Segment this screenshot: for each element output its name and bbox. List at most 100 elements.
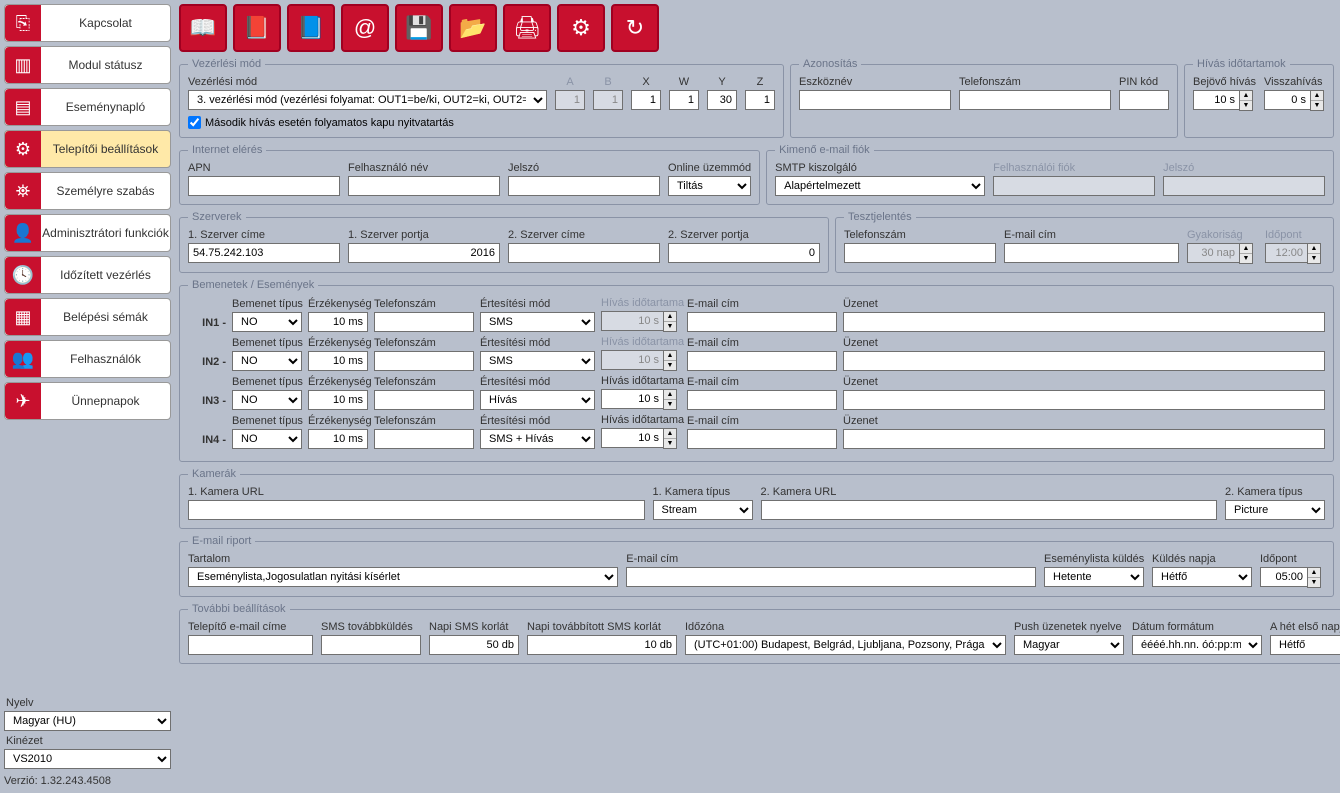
toolbar-settings-save-icon[interactable]: ⚙ [557,4,605,52]
sidebar-item-3[interactable]: ⚙Telepítői beállítások [4,130,171,168]
sidebar-item-7[interactable]: ▦Belépési sémák [4,298,171,336]
in-phone-input[interactable] [374,429,474,449]
net-pass-input[interactable] [508,176,660,196]
cam2-url-input[interactable] [761,500,1218,520]
in-phone-input[interactable] [374,312,474,332]
installer-email-input[interactable] [188,635,313,655]
in-email-input[interactable] [687,429,837,449]
timezone-select[interactable]: (UTC+01:00) Budapest, Belgrád, Ljubljana… [685,635,1006,655]
in-sens-input[interactable] [308,390,368,410]
in-msg-input[interactable] [843,429,1325,449]
test-email-input[interactable] [1004,243,1179,263]
in-notify-select[interactable]: SMS [480,351,595,371]
online-mode-select[interactable]: Tiltás [668,176,751,196]
nav-label: Személyre szabás [41,184,170,198]
report-content-select[interactable]: Eseménylista,Jogosulatlan nyitási kísérl… [188,567,618,587]
in-msg-input[interactable] [843,390,1325,410]
in-calldur-spin[interactable] [601,389,663,409]
nav-label: Adminisztrátori funkciók [41,226,170,240]
in-type-select[interactable]: NO [232,351,302,371]
phone-input[interactable] [959,90,1111,110]
nav-icon: ⛯ [5,173,41,209]
skin-label: Kinézet [6,735,169,747]
first-day-select[interactable]: Hétfő [1270,635,1340,655]
test-time-spin [1265,243,1307,263]
sidebar-item-0[interactable]: ⎘Kapcsolat [4,4,171,42]
val-z[interactable] [745,90,775,110]
second-call-checkbox[interactable] [188,116,201,129]
in-notify-select[interactable]: Hívás [480,390,595,410]
sidebar-item-2[interactable]: ▤Eseménynapló [4,88,171,126]
toolbar-write-icon[interactable]: 📕 [233,4,281,52]
val-x[interactable] [631,90,661,110]
sidebar-item-4[interactable]: ⛯Személyre szabás [4,172,171,210]
pin-input[interactable] [1119,90,1169,110]
val-w[interactable] [669,90,699,110]
sidebar-item-8[interactable]: 👥Felhasználók [4,340,171,378]
report-time-spin[interactable] [1260,567,1307,587]
server1-addr-input[interactable] [188,243,340,263]
daily-sms-input[interactable] [429,635,519,655]
in-email-input[interactable] [687,312,837,332]
apn-input[interactable] [188,176,340,196]
in-msg-input[interactable] [843,312,1325,332]
smtp-server-select[interactable]: Alapértelmezett [775,176,985,196]
cam2-type-select[interactable]: Picture [1225,500,1325,520]
nav-label: Felhasználók [41,352,170,366]
mode-select[interactable]: 3. vezérlési mód (vezérlési folyamat: OU… [188,90,547,110]
in-email-input[interactable] [687,390,837,410]
report-day-select[interactable]: Hétfő [1152,567,1252,587]
val-b [593,90,623,110]
in-sens-input[interactable] [308,351,368,371]
input-row-label: IN3 - [188,395,226,410]
in-sens-input[interactable] [308,312,368,332]
in-msg-input[interactable] [843,351,1325,371]
toolbar-email-icon[interactable]: @ [341,4,389,52]
in-calldur-spin [601,311,663,331]
sidebar-item-9[interactable]: ✈Ünnepnapok [4,382,171,420]
push-lang-select[interactable]: Magyar [1014,635,1124,655]
sidebar-item-1[interactable]: ▥Modul státusz [4,46,171,84]
lang-select[interactable]: Magyar (HU) [4,711,171,731]
toolbar-open-icon[interactable]: 📂 [449,4,497,52]
nav-icon: ⚙ [5,131,41,167]
device-name-input[interactable] [799,90,951,110]
toolbar-save-device-icon[interactable]: 📘 [287,4,335,52]
input-row-label: IN2 - [188,356,226,371]
sidebar-item-5[interactable]: 👤Adminisztrátori funkciók [4,214,171,252]
cam1-url-input[interactable] [188,500,645,520]
in-email-input[interactable] [687,351,837,371]
toolbar-print-icon[interactable]: 🖨 [503,4,551,52]
server2-port-input[interactable] [668,243,820,263]
date-format-select[interactable]: éééé.hh.nn. óó:pp:mm [1132,635,1262,655]
net-user-input[interactable] [348,176,500,196]
in-type-select[interactable]: NO [232,312,302,332]
in-type-select[interactable]: NO [232,429,302,449]
daily-fwd-sms-input[interactable] [527,635,677,655]
nav-label: Telepítői beállítások [41,142,170,156]
toolbar-read-icon[interactable]: 📖 [179,4,227,52]
report-email-input[interactable] [626,567,1036,587]
incoming-call-spin[interactable] [1193,90,1239,110]
report-freq-select[interactable]: Hetente [1044,567,1144,587]
test-phone-input[interactable] [844,243,996,263]
cam1-type-select[interactable]: Stream [653,500,753,520]
in-notify-select[interactable]: SMS + Hívás [480,429,595,449]
skin-select[interactable]: VS2010 [4,749,171,769]
nav-label: Belépési sémák [41,310,170,324]
nav-icon: ✈ [5,383,41,419]
sidebar-item-6[interactable]: 🕓Időzített vezérlés [4,256,171,294]
sms-forward-input[interactable] [321,635,421,655]
in-sens-input[interactable] [308,429,368,449]
in-phone-input[interactable] [374,390,474,410]
in-calldur-spin[interactable] [601,428,663,448]
toolbar-settings-reload-icon[interactable]: ↻ [611,4,659,52]
callback-spin[interactable] [1264,90,1310,110]
server2-addr-input[interactable] [508,243,660,263]
in-type-select[interactable]: NO [232,390,302,410]
toolbar-save-file-icon[interactable]: 💾 [395,4,443,52]
server1-port-input[interactable] [348,243,500,263]
val-y[interactable] [707,90,737,110]
in-notify-select[interactable]: SMS [480,312,595,332]
in-phone-input[interactable] [374,351,474,371]
